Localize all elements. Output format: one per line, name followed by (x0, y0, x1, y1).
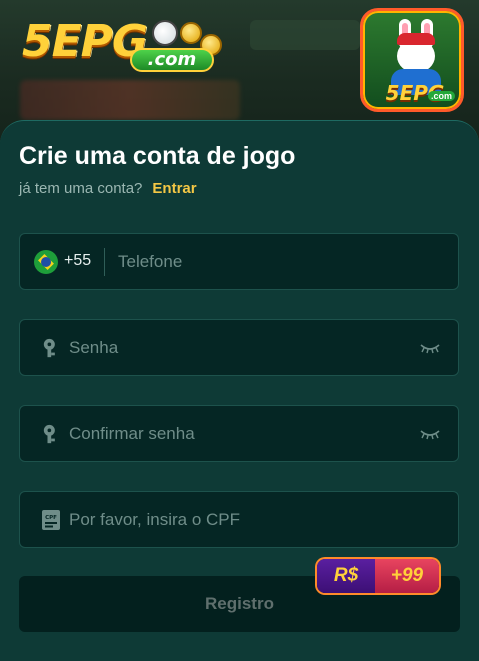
soccer-ball-icon (152, 20, 178, 46)
password-field[interactable]: Senha (19, 319, 459, 376)
brazil-flag-icon[interactable] (34, 250, 58, 274)
divider (104, 248, 105, 276)
page-title: Crie uma conta de jogo (19, 142, 296, 170)
bonus-amount: +99 (375, 559, 439, 593)
app-icon-com: .com (427, 91, 455, 101)
cpf-field[interactable]: CPF Por favor, insira o CPF (19, 491, 459, 548)
logo-text: 5EPG (22, 16, 148, 67)
bonus-currency: R$ (317, 559, 375, 593)
eye-closed-icon[interactable] (420, 428, 440, 440)
country-code[interactable]: +55 (64, 252, 91, 270)
key-icon (43, 424, 55, 444)
banner-blur (250, 20, 360, 50)
password-input[interactable]: Senha (69, 338, 118, 358)
confirm-password-input[interactable]: Confirmar senha (69, 424, 195, 444)
confirm-password-field[interactable]: Confirmar senha (19, 405, 459, 462)
login-prompt: já tem uma conta? Entrar (19, 180, 197, 197)
login-prompt-text: já tem uma conta? (19, 180, 143, 197)
coin-icon (180, 22, 202, 44)
logo-com: .com (130, 48, 214, 72)
phone-input[interactable]: Telefone (118, 252, 182, 272)
cpf-card-icon: CPF (42, 510, 60, 530)
phone-field[interactable]: +55 Telefone (19, 233, 459, 290)
app-icon[interactable]: 5EPG .com (360, 8, 464, 112)
login-link[interactable]: Entrar (152, 180, 196, 197)
key-icon (43, 338, 55, 358)
cpf-input[interactable]: Por favor, insira o CPF (69, 510, 240, 530)
svg-text:CPF: CPF (45, 515, 57, 521)
bunny-cap-icon (397, 33, 435, 45)
bonus-badge: R$ +99 (317, 559, 439, 593)
banner-blur (20, 80, 240, 120)
eye-closed-icon[interactable] (420, 342, 440, 354)
brand-logo[interactable]: 5EPG .com (22, 14, 222, 76)
